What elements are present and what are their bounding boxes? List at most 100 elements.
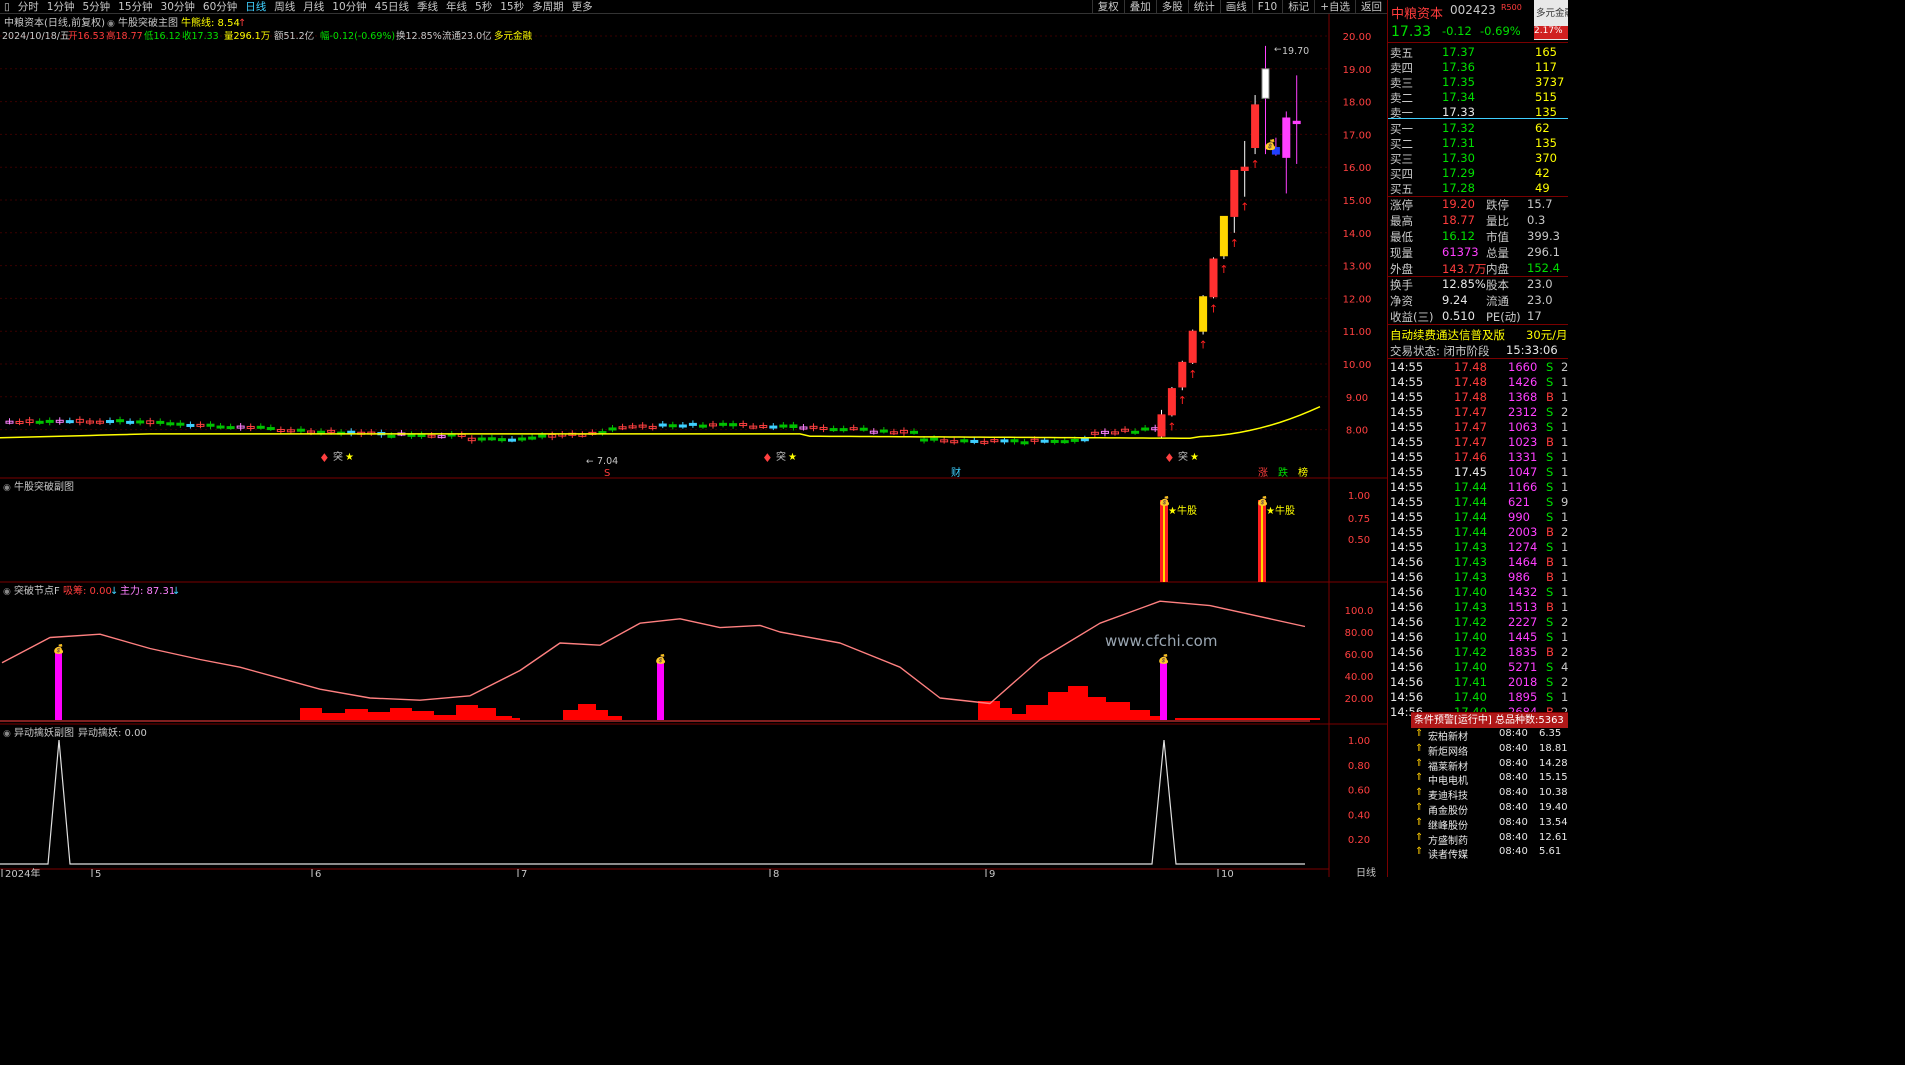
candle-body xyxy=(347,430,356,434)
period-tab-3[interactable]: 15分钟 xyxy=(114,0,156,14)
sub2-node-bar-2 xyxy=(1160,660,1167,720)
sub3-title: 异动擒妖副图 xyxy=(14,726,74,739)
period-tab-16[interactable]: 更多 xyxy=(568,0,597,14)
alert-price: 6.35 xyxy=(1539,728,1562,739)
ask-row-1: 卖四 17.36 117 xyxy=(1388,60,1568,75)
tick-row-0-cell-1: 17.48 xyxy=(1454,360,1487,374)
period-toolbar: ▯ 分时 1分钟 5分钟 15分钟 30分钟 60分钟 日线 周线 月线 10分钟 45日线 季线 年线 5… xyxy=(0,0,1387,14)
alert-item[interactable]: ⇑ 新炬网络 08:40 18.81 xyxy=(1411,743,1568,758)
alert-item[interactable]: ⇑ 福莱新材 08:40 14.28 xyxy=(1411,758,1568,773)
alert-item[interactable]: ⇑ 中电电机 08:40 15.15 xyxy=(1411,772,1568,787)
tick-row-17: 14:56 17.42 2227 S 21 xyxy=(1388,615,1568,630)
toolbar-btn-1[interactable]: 叠加 xyxy=(1123,0,1156,14)
stat-row-1-cell-3: 0.3 xyxy=(1527,213,1546,227)
period-tab-0[interactable]: 分时 xyxy=(14,0,43,14)
tick-row-8-cell-3: S xyxy=(1546,480,1554,494)
toolbar-btn-5[interactable]: F10 xyxy=(1251,0,1282,14)
candle-body xyxy=(859,427,868,431)
tick-row-4: 14:55 17.47 1063 S 13 xyxy=(1388,420,1568,435)
indicator-icon: ◉ xyxy=(107,19,115,29)
price-tick-1: 19.00 xyxy=(1343,65,1372,76)
toolbar-btn-2[interactable]: 多股 xyxy=(1155,0,1188,14)
period-tab-9[interactable]: 10分钟 xyxy=(328,0,370,14)
period-tab-11[interactable]: 季线 xyxy=(413,0,442,14)
header-field-5: 量296.1万 xyxy=(224,31,270,42)
candle-body xyxy=(156,420,165,424)
tick-row-13-cell-2: 1464 xyxy=(1508,555,1538,569)
toolbar-right: 复权 叠加 多股 统计 画线 F10 标记 +自选 返回 xyxy=(1091,0,1387,14)
candle-body xyxy=(226,426,235,430)
tick-row-0: 14:55 17.48 1660 S 20 xyxy=(1388,360,1568,375)
badge-cai: 财 xyxy=(951,466,961,479)
price-tick-9: 11.00 xyxy=(1343,327,1372,338)
sub3-tick-3: 0.40 xyxy=(1348,810,1370,821)
tick-row-12-cell-1: 17.43 xyxy=(1454,540,1487,554)
stat2-row-1-cell-0: 净资 xyxy=(1390,294,1413,308)
period-tab-15[interactable]: 多周期 xyxy=(528,0,568,14)
toolbar-btn-7[interactable]: +自选 xyxy=(1314,0,1355,14)
period-tab-12[interactable]: 年线 xyxy=(442,0,471,14)
alert-stock: 方盛制药 xyxy=(1428,835,1468,847)
candle-body xyxy=(1292,120,1301,125)
alert-item[interactable]: ⇑ 继峰股份 08:40 13.54 xyxy=(1411,817,1568,832)
tick-row-17-cell-0: 14:56 xyxy=(1390,615,1424,629)
sub2-hist-0 xyxy=(300,708,322,720)
bid-row-0-cell-1: 17.32 xyxy=(1442,121,1475,135)
menu-icon[interactable]: ▯ xyxy=(0,0,14,14)
period-tab-7[interactable]: 周线 xyxy=(270,0,299,14)
alert-item[interactable]: ⇑ 方盛制药 08:40 12.61 xyxy=(1411,832,1568,847)
tick-row-2-cell-4: 16 xyxy=(1561,390,1568,404)
low-marker: 7.04 xyxy=(597,456,618,467)
anomaly-line xyxy=(0,739,1305,865)
toolbar-btn-0[interactable]: 复权 xyxy=(1091,0,1124,14)
alert-stock: 中电电机 xyxy=(1428,776,1468,788)
period-tab-6[interactable]: 日线 xyxy=(241,0,270,14)
alert-time: 08:40 xyxy=(1499,846,1528,858)
alert-stock: 读者传媒 xyxy=(1428,850,1468,862)
period-tab-8[interactable]: 月线 xyxy=(299,0,328,14)
period-tab-13[interactable]: 5秒 xyxy=(471,0,496,14)
tick-row-21-cell-0: 14:56 xyxy=(1390,675,1424,689)
stat-row-2-cell-1: 16.12 xyxy=(1442,229,1475,243)
promo-row-cell-0: 自动续费通达信普及版 xyxy=(1390,328,1505,342)
tick-row-15-cell-0: 14:56 xyxy=(1390,585,1424,599)
sub2-tick-2: 60.00 xyxy=(1345,650,1374,661)
tick-row-5-cell-4: 15 xyxy=(1561,435,1568,449)
period-tab-5[interactable]: 60分钟 xyxy=(199,0,241,14)
tick-row-16-cell-4: 17 xyxy=(1561,600,1568,614)
alert-panel[interactable]: 条件预警[运行中] 总品种数:5363 ... ⇑ 宏柏新材 08:40 6.35 ⇑ 新炬… xyxy=(1411,712,1568,877)
tick-row-9-cell-1: 17.44 xyxy=(1454,495,1487,509)
sub2-hist-11 xyxy=(563,710,578,720)
stat-row-2-cell-0: 最低 xyxy=(1390,230,1413,244)
tick-row-22: 14:56 17.40 1895 S 17 xyxy=(1388,690,1568,705)
bid-row-3-cell-1: 17.29 xyxy=(1442,166,1475,180)
tick-row-16-cell-1: 17.43 xyxy=(1454,600,1487,614)
chart-area[interactable]: 20.00 19.00 18.00 17.00 16.00 15.00 14.00 13.00… xyxy=(0,14,1387,877)
tick-row-15-cell-2: 1432 xyxy=(1508,585,1538,599)
period-tab-1[interactable]: 1分钟 xyxy=(43,0,79,14)
buy-arrow-icon: ↑ xyxy=(1167,420,1176,433)
period-tab-14[interactable]: 15秒 xyxy=(496,0,528,14)
period-tab-2[interactable]: 5分钟 xyxy=(78,0,114,14)
price-tick-2: 18.00 xyxy=(1343,98,1372,109)
star-icon-0: ★ xyxy=(345,452,354,463)
alert-item[interactable]: ⇑ 读者传媒 08:40 5.61 xyxy=(1411,846,1568,861)
alert-item[interactable]: ⇑ 甬金股份 08:40 19.40 xyxy=(1411,802,1568,817)
toolbar-btn-4[interactable]: 画线 xyxy=(1219,0,1252,14)
period-tab-4[interactable]: 30分钟 xyxy=(157,0,199,14)
alert-item[interactable]: ⇑ 宏柏新材 08:40 6.35 xyxy=(1411,728,1568,743)
period-tab-10[interactable]: 45日线 xyxy=(371,0,413,14)
toolbar-btn-8[interactable]: 返回 xyxy=(1355,0,1387,14)
candle-body xyxy=(1000,439,1009,443)
tick-row-18-cell-2: 1445 xyxy=(1508,630,1538,644)
month-label-2: 6 xyxy=(315,869,321,877)
tick-row-5-cell-2: 1023 xyxy=(1508,435,1538,449)
toolbar-btn-3[interactable]: 统计 xyxy=(1187,0,1220,14)
tick-row-14-cell-0: 14:56 xyxy=(1390,570,1424,584)
stat-row-4-cell-2: 内盘 xyxy=(1486,262,1509,276)
tick-row-15-cell-3: S xyxy=(1546,585,1554,599)
alert-item[interactable]: ⇑ 麦迪科技 08:40 10.38 xyxy=(1411,787,1568,802)
tick-row-20-cell-2: 5271 xyxy=(1508,660,1538,674)
tick-row-12-cell-0: 14:55 xyxy=(1390,540,1424,554)
toolbar-btn-6[interactable]: 标记 xyxy=(1282,0,1314,14)
